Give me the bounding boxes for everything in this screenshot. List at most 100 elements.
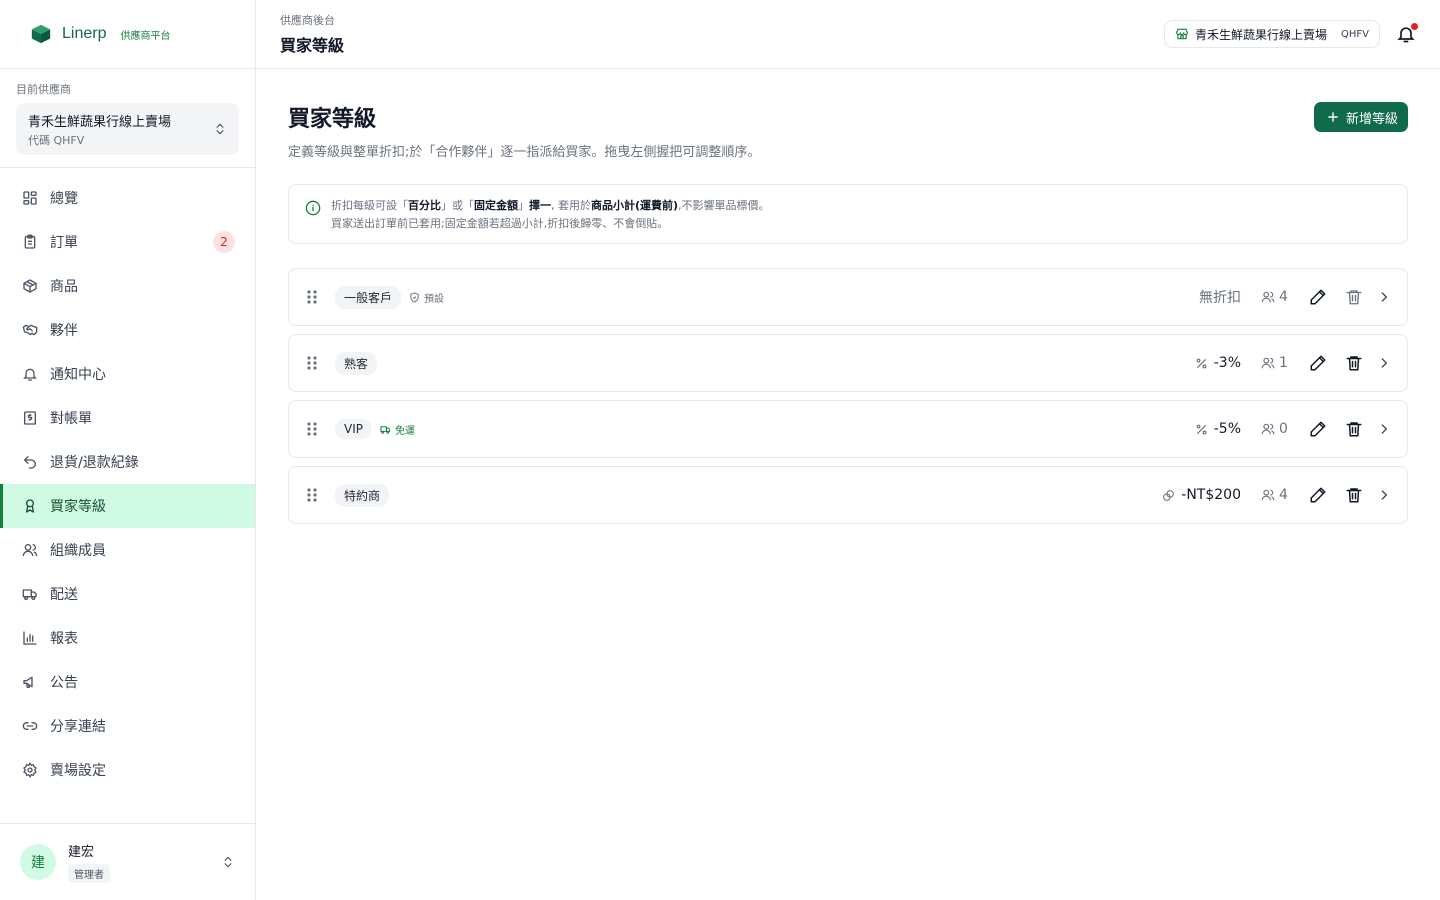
supplier-label: 目前供應商 bbox=[16, 83, 71, 96]
info-text-part: , 套用於 bbox=[551, 199, 591, 212]
add-tier-button[interactable]: 新增等級 bbox=[1313, 102, 1408, 132]
edit-icon[interactable] bbox=[1309, 354, 1327, 372]
info-emphasis: 擇一 bbox=[529, 199, 551, 212]
discount-value: 無折扣 bbox=[1199, 290, 1241, 306]
brand-name: Linerp bbox=[62, 25, 107, 42]
sidebar-item-delivery[interactable]: 配送 bbox=[0, 572, 255, 616]
sidebar-item-notifications[interactable]: 通知中心 bbox=[0, 352, 255, 396]
tier-row[interactable]: 熟客 -3% 1 bbox=[288, 334, 1408, 392]
link-icon bbox=[22, 722, 38, 730]
page-header: 買家等級 定義等級與整單折扣;於「合作夥伴」逐一指派給買家。拖曳左側握把可調整順… bbox=[288, 101, 1408, 160]
edit-icon[interactable] bbox=[1309, 486, 1327, 504]
discount-value: -3% bbox=[1213, 355, 1241, 371]
tier-row[interactable]: 一般客戶 預設 無折扣 4 bbox=[288, 268, 1408, 326]
sidebar-item-label: 賣場設定 bbox=[50, 763, 106, 779]
sidebar-item-members[interactable]: 組織成員 bbox=[0, 528, 255, 572]
info-text-part: ,不影響單品標價。 bbox=[678, 199, 770, 212]
trash-icon[interactable] bbox=[1345, 288, 1363, 306]
page-description: 定義等級與整單折扣;於「合作夥伴」逐一指派給買家。拖曳左側握把可調整順序。 bbox=[288, 145, 761, 160]
edit-icon[interactable] bbox=[1309, 420, 1327, 438]
trash-icon[interactable] bbox=[1345, 486, 1363, 504]
topbar-title: 買家等級 bbox=[280, 36, 345, 55]
grid-icon bbox=[23, 191, 37, 205]
megaphone-icon bbox=[23, 676, 33, 688]
chevron-right-icon[interactable] bbox=[1377, 422, 1391, 436]
award-icon bbox=[25, 499, 34, 513]
bar-chart-icon bbox=[23, 631, 37, 645]
plus-icon bbox=[1328, 112, 1338, 122]
discount-value: -5% bbox=[1213, 421, 1241, 437]
tier-row[interactable]: VIP 免運 -5% 0 bbox=[288, 400, 1408, 458]
info-text-part: 」 bbox=[518, 199, 529, 212]
brand[interactable]: Linerp 供應商平台 bbox=[0, 0, 255, 69]
drag-handle-icon[interactable] bbox=[305, 421, 319, 437]
sidebar-item-overview[interactable]: 總覽 bbox=[0, 176, 255, 220]
user-info: 建宏 管理者 bbox=[68, 841, 209, 883]
sidebar-item-orders[interactable]: 訂單 2 bbox=[0, 220, 255, 264]
shield-check-icon bbox=[410, 291, 419, 303]
sidebar-item-partners[interactable]: 夥伴 bbox=[0, 308, 255, 352]
info-banner: 折扣每級可設「百分比」或「固定金額」擇一, 套用於商品小計(運費前),不影響單品… bbox=[288, 184, 1408, 244]
sidebar-item-announcements[interactable]: 公告 bbox=[0, 660, 255, 704]
info-text: 折扣每級可設「百分比」或「固定金額」擇一, 套用於商品小計(運費前),不影響單品… bbox=[331, 197, 770, 231]
supplier-switcher[interactable]: 青禾生鮮蔬果行線上賣場 代碼 QHFV bbox=[16, 103, 239, 155]
default-tag: 預設 bbox=[409, 290, 444, 305]
users-icon bbox=[1261, 291, 1275, 303]
sidebar-item-label: 組織成員 bbox=[50, 543, 106, 559]
sidebar-item-label: 商品 bbox=[50, 279, 78, 295]
info-text-part: 折扣每級可設「 bbox=[331, 199, 408, 212]
sidebar-item-label: 對帳單 bbox=[50, 411, 92, 427]
tier-list: 一般客戶 預設 無折扣 4 熟客 -3% 1 VIP 免運 -5% 0 特約商 … bbox=[288, 268, 1408, 524]
free-shipping-tag: 免運 bbox=[380, 422, 415, 437]
avatar: 建 bbox=[20, 844, 56, 880]
chevron-right-icon[interactable] bbox=[1377, 488, 1391, 502]
sidebar-item-store-settings[interactable]: 賣場設定 bbox=[0, 748, 255, 792]
drag-handle-icon[interactable] bbox=[305, 355, 319, 371]
sidebar-item-reports[interactable]: 報表 bbox=[0, 616, 255, 660]
sidebar-item-buyer-tiers[interactable]: 買家等級 bbox=[0, 484, 255, 528]
breadcrumb-parent[interactable]: 供應商後台 bbox=[280, 12, 344, 28]
sidebar-item-returns[interactable]: 退貨/退款紀錄 bbox=[0, 440, 255, 484]
sidebar-item-label: 退貨/退款紀錄 bbox=[50, 455, 139, 471]
app-root: Linerp 供應商平台 目前供應商 青禾生鮮蔬果行線上賣場 代碼 QHFV 總… bbox=[0, 0, 1440, 900]
sidebar-nav: 總覽 訂單 2 商品 夥伴 通知中心 對帳單 退貨/退款紀錄 買家等級 組織成員… bbox=[0, 168, 255, 823]
info-line-2: 買家送出訂單前已套用;固定金額若超過小計,折扣後歸零、不會倒貼。 bbox=[331, 217, 669, 230]
percent-icon bbox=[1196, 424, 1207, 434]
topbar-actions: 青禾生鮮蔬果行線上賣場 QHFV bbox=[1164, 20, 1418, 48]
tier-name: 熟客 bbox=[335, 351, 378, 375]
brand-logo-icon bbox=[30, 23, 52, 45]
receipt-icon bbox=[24, 411, 36, 425]
drag-handle-icon[interactable] bbox=[305, 487, 319, 503]
tier-discount: -3% bbox=[1195, 355, 1241, 371]
bell-icon bbox=[23, 368, 37, 381]
undo-icon bbox=[24, 456, 36, 469]
info-line-1: 折扣每級可設「百分比」或「固定金額」擇一, 套用於商品小計(運費前),不影響單品… bbox=[331, 197, 770, 215]
store-chip[interactable]: 青禾生鮮蔬果行線上賣場 QHFV bbox=[1164, 20, 1380, 48]
trash-icon[interactable] bbox=[1345, 354, 1363, 372]
breadcrumb: 供應商後台 買家等級 bbox=[280, 12, 344, 56]
sidebar-item-share-links[interactable]: 分享連結 bbox=[0, 704, 255, 748]
chevron-right-icon[interactable] bbox=[1377, 290, 1391, 304]
sidebar-item-products[interactable]: 商品 bbox=[0, 264, 255, 308]
handshake-icon bbox=[22, 324, 38, 336]
tier-row[interactable]: 特約商 -NT$200 4 bbox=[288, 466, 1408, 524]
info-icon bbox=[305, 200, 321, 216]
user-menu[interactable]: 建 建宏 管理者 bbox=[0, 823, 255, 900]
truck-icon bbox=[22, 589, 37, 600]
chevron-updown-icon bbox=[224, 856, 232, 868]
drag-handle-icon[interactable] bbox=[305, 289, 319, 305]
users-icon bbox=[1261, 357, 1275, 369]
main: 供應商後台 買家等級 青禾生鮮蔬果行線上賣場 QHFV 買家等級 定義等級與整單… bbox=[256, 0, 1440, 900]
notifications-button[interactable] bbox=[1396, 23, 1418, 44]
sidebar-item-label: 公告 bbox=[50, 675, 78, 691]
trash-icon[interactable] bbox=[1345, 420, 1363, 438]
edit-icon[interactable] bbox=[1309, 288, 1327, 306]
sidebar-item-statements[interactable]: 對帳單 bbox=[0, 396, 255, 440]
tier-name: 一般客戶 bbox=[335, 285, 402, 309]
page-content: 買家等級 定義等級與整單折扣;於「合作夥伴」逐一指派給買家。拖曳左側握把可調整順… bbox=[256, 69, 1440, 524]
member-count: 0 bbox=[1279, 421, 1288, 437]
tier-member-count: 4 bbox=[1261, 487, 1291, 503]
add-tier-label: 新增等級 bbox=[1345, 111, 1398, 127]
chevron-right-icon[interactable] bbox=[1377, 356, 1391, 370]
info-text-part: 」或「 bbox=[441, 199, 474, 212]
